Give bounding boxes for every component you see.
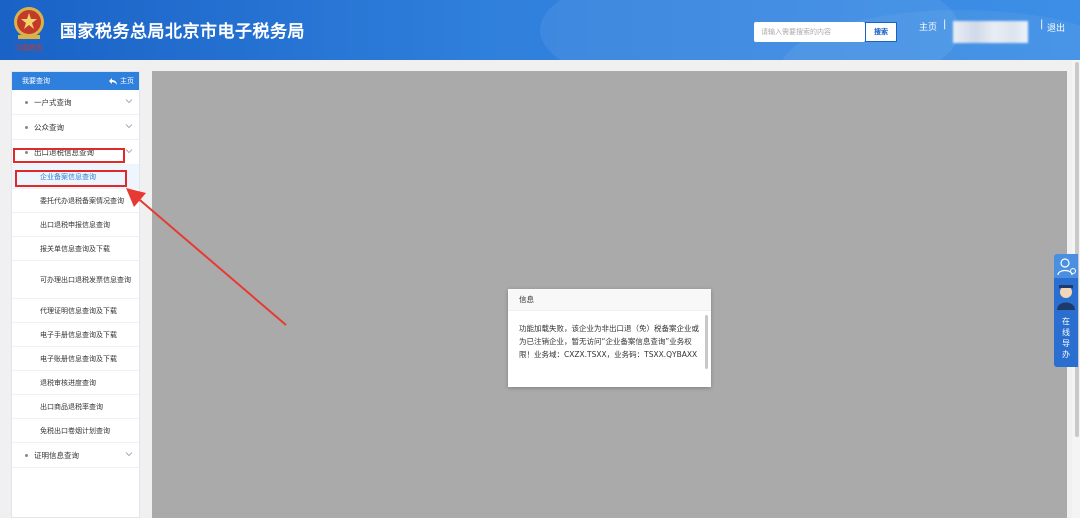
bullet-icon xyxy=(25,125,28,129)
chevron-down-icon xyxy=(125,452,133,457)
sidebar-subitem-label: 免税出口卷烟计划查询 xyxy=(40,426,110,435)
sidebar-subitem-label: 委托代办退税备案情况查询 xyxy=(40,196,124,205)
dialog-message: 功能加载失败，该企业为非出口退（免）税备案企业或为已注销企业，暂无访问“企业备案… xyxy=(519,324,699,359)
person-icon xyxy=(1054,254,1078,278)
header-separator: | xyxy=(943,19,947,30)
home-link[interactable]: 主页 xyxy=(919,20,937,33)
sidebar-header: 我要查询 主页 xyxy=(12,72,139,90)
sidebar-subitem-label: 出口商品退税率查询 xyxy=(40,402,103,411)
sidebar-item-public-query[interactable]: 公众查询 xyxy=(12,115,139,140)
page-scrollbar-thumb[interactable] xyxy=(1075,62,1079,437)
guide-label: 在线导办 xyxy=(1062,317,1070,359)
sidebar-subitem-label: 可办理出口退税发票信息查询 xyxy=(40,275,131,284)
header-separator: | xyxy=(1040,19,1044,30)
top-header: 中国税务 国家税务总局北京市电子税务局 搜索 主页 | | 退出 xyxy=(0,0,1080,60)
sidebar-item-label: 公众查询 xyxy=(34,122,64,132)
sidebar-subitem-refund-rate[interactable]: 出口商品退税率查询 xyxy=(12,395,139,419)
sidebar-item-household-query[interactable]: 一户式查询 xyxy=(12,90,139,115)
chevron-down-icon xyxy=(125,124,133,129)
sidebar-subitem-label: 出口退税申报信息查询 xyxy=(40,220,110,229)
svg-text:中国税务: 中国税务 xyxy=(15,43,43,52)
chevron-down-icon xyxy=(125,99,133,104)
logout-link[interactable]: 退出 xyxy=(1047,21,1065,34)
site-title: 国家税务总局北京市电子税务局 xyxy=(60,22,305,42)
user-name-blurred[interactable] xyxy=(953,21,1028,43)
sidebar-subitem-review-progress[interactable]: 退税审核进度查询 xyxy=(12,371,139,395)
search-input[interactable] xyxy=(754,22,865,42)
sidebar-subitem-label: 电子账册信息查询及下载 xyxy=(40,354,117,363)
sidebar-subitem-e-ledger[interactable]: 电子账册信息查询及下载 xyxy=(12,347,139,371)
online-guide-widget[interactable]: 在线导办 xyxy=(1054,254,1078,367)
sidebar-subitem-label: 电子手册信息查询及下载 xyxy=(40,330,117,339)
back-arrow-icon xyxy=(109,77,117,85)
sidebar-subitem-label: 报关单信息查询及下载 xyxy=(40,244,110,253)
sidebar-home-link[interactable]: 主页 xyxy=(109,76,134,86)
highlight-box-subitem xyxy=(15,170,127,187)
dialog-scrollbar[interactable] xyxy=(705,315,708,369)
sidebar-title: 我要查询 xyxy=(22,77,50,85)
highlight-box-section xyxy=(13,148,125,163)
sidebar-subitem-cigarette-plan[interactable]: 免税出口卷烟计划查询 xyxy=(12,419,139,443)
chevron-up-icon xyxy=(125,149,133,154)
bullet-icon xyxy=(25,100,28,104)
sidebar-subitem-label: 代理证明信息查询及下载 xyxy=(40,306,117,315)
tax-emblem-icon: 中国税务 xyxy=(11,5,47,55)
sidebar-item-label: 证明信息查询 xyxy=(34,450,79,460)
sidebar-item-label: 一户式查询 xyxy=(34,97,72,107)
bullet-icon xyxy=(25,453,28,457)
annotation-arrow-icon xyxy=(126,188,287,326)
search-button[interactable]: 搜索 xyxy=(865,22,897,42)
sidebar-home-label: 主页 xyxy=(120,77,134,85)
sidebar-subitem-label: 退税审核进度查询 xyxy=(40,378,96,387)
assistant-avatar-icon xyxy=(1057,285,1075,310)
dialog-title: 信息 xyxy=(508,289,711,311)
sidebar-item-certificate-query[interactable]: 证明信息查询 xyxy=(12,443,139,468)
info-dialog: 信息 功能加载失败，该企业为非出口退（免）税备案企业或为已注销企业，暂无访问“企… xyxy=(508,289,711,387)
